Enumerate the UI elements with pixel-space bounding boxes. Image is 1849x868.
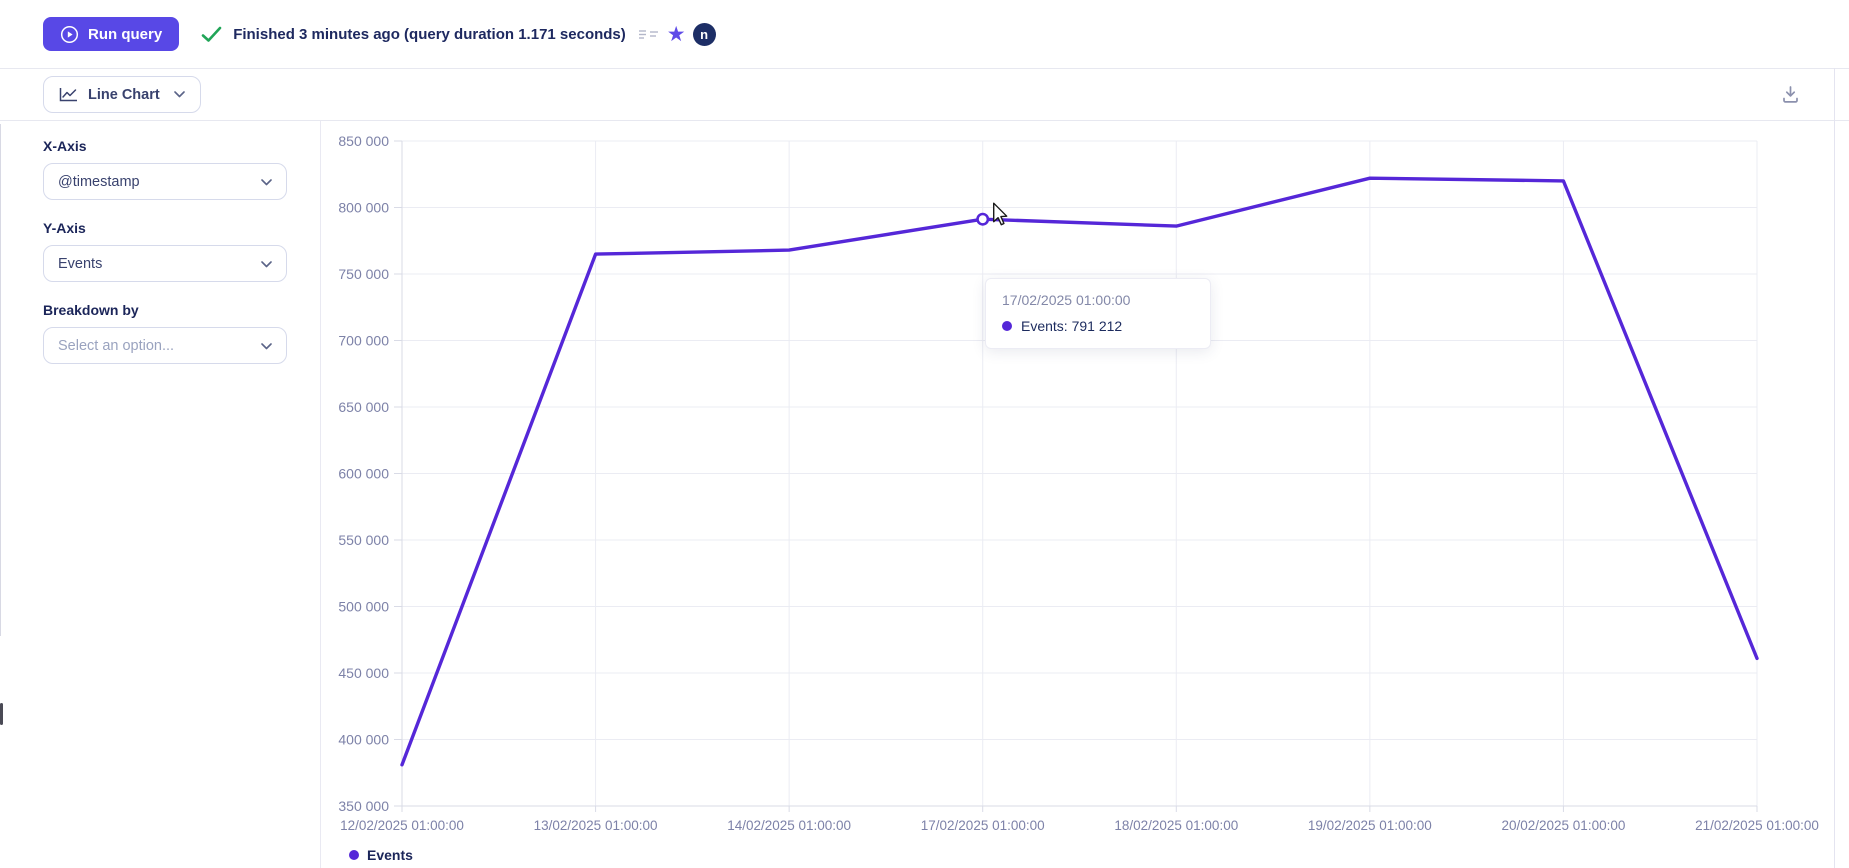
favorite-star-icon[interactable]: ★ [667, 24, 686, 45]
left-panel-edge [0, 124, 1, 636]
query-meta-icons: ★ n [638, 23, 716, 46]
line-chart-icon [59, 87, 78, 102]
query-status-text: Finished 3 minutes ago (query duration 1… [233, 26, 626, 43]
y-axis-label: 350 000 [338, 798, 389, 814]
x-axis-label: 19/02/2025 01:00:00 [1308, 818, 1432, 833]
y-axis-label: 600 000 [338, 466, 389, 482]
hover-marker[interactable] [978, 214, 988, 224]
run-query-button[interactable]: Run query [43, 17, 179, 51]
x-axis-label: X-Axis [43, 138, 287, 154]
y-axis-label: 500 000 [338, 599, 389, 615]
chart-type-select[interactable]: Line Chart [43, 76, 201, 113]
x-axis-label: 20/02/2025 01:00:00 [1501, 818, 1625, 833]
chevron-down-icon [261, 338, 272, 354]
left-scrollbar-thumb[interactable] [0, 703, 3, 725]
avatar-icon: n [693, 23, 716, 46]
y-axis-label: 800 000 [338, 200, 389, 216]
y-axis-field: Y-Axis Events [43, 220, 287, 282]
breakdown-field: Breakdown by Select an option... [43, 302, 287, 364]
main-content: X-Axis @timestamp Y-Axis Events Breakdow… [0, 121, 1849, 868]
chevron-down-icon [261, 174, 272, 190]
download-button[interactable] [1780, 84, 1801, 105]
breakdown-select[interactable]: Select an option... [43, 327, 287, 364]
chart-legend-events[interactable]: Events [349, 847, 413, 863]
y-axis-select[interactable]: Events [43, 245, 287, 282]
y-axis-label: 400 000 [338, 732, 389, 748]
line-chart[interactable]: 850 000 800 000 750 000 700 000 650 000 600 0… [321, 121, 1849, 868]
y-axis-value: Events [58, 256, 102, 272]
avatar-glyph: n [700, 27, 708, 42]
x-axis-label: 18/02/2025 01:00:00 [1114, 818, 1238, 833]
y-axis-label: 550 000 [338, 532, 389, 548]
right-scrollbar-track[interactable] [1834, 68, 1835, 868]
query-results-page: Run query Finished 3 minutes ago (query … [0, 0, 1849, 868]
breakdown-label: Breakdown by [43, 302, 287, 318]
x-axis-label: 17/02/2025 01:00:00 [921, 818, 1045, 833]
legend-label: Events [367, 847, 413, 863]
chart-area[interactable]: 850 000 800 000 750 000 700 000 650 000 600 0… [321, 121, 1849, 868]
success-check-icon [201, 26, 222, 43]
run-query-label: Run query [88, 26, 162, 43]
chevron-down-icon [261, 256, 272, 272]
x-axis-label: 21/02/2025 01:00:00 [1695, 818, 1819, 833]
y-axis-label: 850 000 [338, 133, 389, 149]
chart-config-sidebar: X-Axis @timestamp Y-Axis Events Breakdow… [0, 121, 321, 868]
y-axis-label: 650 000 [338, 399, 389, 415]
x-axis-field: X-Axis @timestamp [43, 138, 287, 200]
x-axis-label: 14/02/2025 01:00:00 [727, 818, 851, 833]
legend-dot [349, 850, 359, 860]
query-meta-icon [638, 28, 660, 40]
y-axis-label: Y-Axis [43, 220, 287, 236]
series-line[interactable] [402, 178, 1757, 765]
query-toolbar: Run query Finished 3 minutes ago (query … [0, 0, 1849, 68]
y-axis-label: 700 000 [338, 333, 389, 349]
play-icon [60, 25, 79, 44]
chevron-down-icon [174, 91, 185, 98]
chart-type-label: Line Chart [88, 87, 160, 103]
y-axis-label: 750 000 [338, 266, 389, 282]
x-axis-select[interactable]: @timestamp [43, 163, 287, 200]
breakdown-value: Select an option... [58, 338, 174, 354]
chart-toolbar: Line Chart [0, 68, 1849, 121]
x-axis-label: 12/02/2025 01:00:00 [340, 818, 464, 833]
x-axis-value: @timestamp [58, 174, 140, 190]
x-axis-label: 13/02/2025 01:00:00 [534, 818, 658, 833]
y-axis-label: 450 000 [338, 665, 389, 681]
